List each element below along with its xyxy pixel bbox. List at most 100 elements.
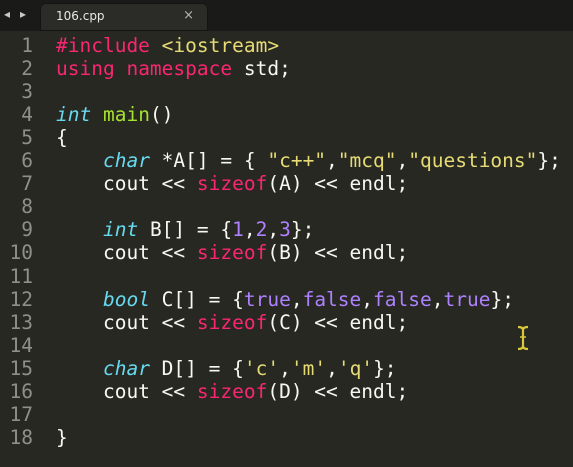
- line-number: 9: [21, 218, 33, 242]
- code-token: };: [290, 218, 315, 242]
- code-line[interactable]: 9 int B[] = {1,2,3};: [0, 218, 573, 241]
- code-line[interactable]: 11: [0, 265, 573, 288]
- code-token: true: [243, 287, 291, 311]
- code-text: cout << sizeof(C) << endl;: [56, 311, 408, 334]
- code-line[interactable]: 6 char *A[] = { "c++","mcq","questions"}…: [0, 149, 573, 172]
- tab-scroll-right-icon[interactable]: ▸: [20, 7, 26, 21]
- code-token: char: [102, 356, 150, 380]
- code-token: cout <<: [56, 172, 197, 196]
- line-number: 7: [21, 172, 33, 196]
- tab-scroll-left-icon[interactable]: ◂: [4, 7, 10, 21]
- code-token: ,: [243, 218, 256, 242]
- code-line[interactable]: 5{: [0, 126, 573, 149]
- code-token: ,: [267, 218, 280, 242]
- code-token: int: [56, 103, 92, 127]
- code-token: (): [149, 103, 174, 127]
- line-number: 2: [21, 57, 33, 81]
- code-token: main: [102, 103, 150, 127]
- code-token: char: [102, 149, 150, 173]
- code-line[interactable]: 18}: [0, 426, 573, 449]
- code-token: C[] = {: [149, 287, 244, 311]
- code-line[interactable]: 8: [0, 195, 573, 218]
- code-token: 'm': [290, 356, 327, 380]
- code-text: bool C[] = {true,false,false,true};: [56, 288, 514, 311]
- code-token: sizeof: [196, 379, 268, 403]
- code-token: ,: [279, 356, 291, 380]
- line-number: 8: [21, 195, 33, 219]
- code-token: "mcq": [337, 149, 397, 173]
- code-token: bool: [102, 287, 150, 311]
- code-token: "c++": [267, 149, 327, 173]
- code-line[interactable]: 12 bool C[] = {true,false,false,true};: [0, 288, 573, 311]
- code-token: };: [373, 356, 397, 380]
- code-token: (A) << endl;: [267, 172, 409, 196]
- code-token: B[] = {: [138, 218, 233, 242]
- line-number: 5: [21, 126, 33, 150]
- code-token: 3: [279, 218, 291, 242]
- code-token: (C) << endl;: [267, 310, 409, 334]
- code-token: };: [490, 287, 514, 311]
- code-line[interactable]: 17: [0, 403, 573, 426]
- line-number: 16: [9, 379, 33, 403]
- line-number: 13: [9, 310, 33, 334]
- code-text: using namespace std;: [56, 57, 291, 80]
- code-token: cout <<: [56, 241, 197, 265]
- code-token: sizeof: [196, 172, 268, 196]
- code-text: char D[] = {'c','m','q'};: [56, 357, 397, 380]
- code-token: #include: [56, 34, 162, 57]
- line-number: 15: [9, 356, 33, 380]
- code-token: cout <<: [56, 379, 197, 403]
- line-number: 14: [9, 333, 33, 357]
- code-text: {: [56, 126, 68, 149]
- close-icon[interactable]: ×: [183, 8, 194, 23]
- code-text: char *A[] = { "c++","mcq","questions"};: [56, 149, 561, 172]
- line-number: 3: [21, 80, 33, 104]
- code-token: false: [373, 287, 432, 311]
- code-token: (B) << endl;: [267, 241, 409, 265]
- code-text: cout << sizeof(B) << endl;: [56, 241, 408, 264]
- code-line[interactable]: 13 cout << sizeof(C) << endl;: [0, 311, 573, 334]
- line-number: 6: [21, 149, 33, 173]
- code-token: ,: [326, 149, 338, 173]
- code-token: cout <<: [56, 310, 197, 334]
- line-number: 10: [9, 241, 33, 265]
- line-number: 1: [21, 34, 33, 57]
- code-token: sizeof: [196, 310, 268, 334]
- code-token: (D) << endl;: [267, 379, 409, 403]
- code-line[interactable]: 1 #include <iostream>: [0, 34, 573, 57]
- code-token: ,: [326, 356, 338, 380]
- code-line[interactable]: 2 using namespace std;: [0, 57, 573, 80]
- line-number: 11: [9, 264, 33, 288]
- code-token: *A[] = {: [149, 149, 268, 173]
- code-line[interactable]: 14: [0, 334, 573, 357]
- tab-bar: ◂ ▸ 106.cpp ×: [0, 0, 573, 31]
- code-token: false: [302, 287, 362, 311]
- file-tab-106-cpp[interactable]: 106.cpp ×: [40, 3, 208, 31]
- code-text: int B[] = {1,2,3};: [56, 218, 314, 241]
- code-line[interactable]: 7 cout << sizeof(A) << endl;: [0, 172, 573, 195]
- code-token: "questions": [408, 149, 538, 173]
- code-token: sizeof: [196, 241, 268, 265]
- code-token: ,: [431, 287, 444, 311]
- code-token: std;: [243, 57, 291, 81]
- code-line[interactable]: 16 cout << sizeof(D) << endl;: [0, 380, 573, 403]
- code-token: {: [56, 126, 68, 150]
- line-number: 17: [9, 402, 33, 426]
- code-line[interactable]: 4 int main(): [0, 103, 573, 126]
- code-token: };: [537, 149, 561, 173]
- code-editor[interactable]: 1 #include <iostream> 2 using namespace std…: [0, 31, 573, 467]
- code-line[interactable]: 10 cout << sizeof(B) << endl;: [0, 241, 573, 264]
- code-line[interactable]: 3: [0, 80, 573, 103]
- code-token: ,: [361, 287, 374, 311]
- code-line[interactable]: 15 char D[] = {'c','m','q'};: [0, 357, 573, 380]
- code-token: }: [56, 425, 68, 449]
- code-token: 'c': [243, 356, 280, 380]
- code-text: cout << sizeof(D) << endl;: [56, 380, 408, 403]
- code-text: #include <iostream>: [56, 34, 279, 57]
- code-token: using: [56, 57, 127, 81]
